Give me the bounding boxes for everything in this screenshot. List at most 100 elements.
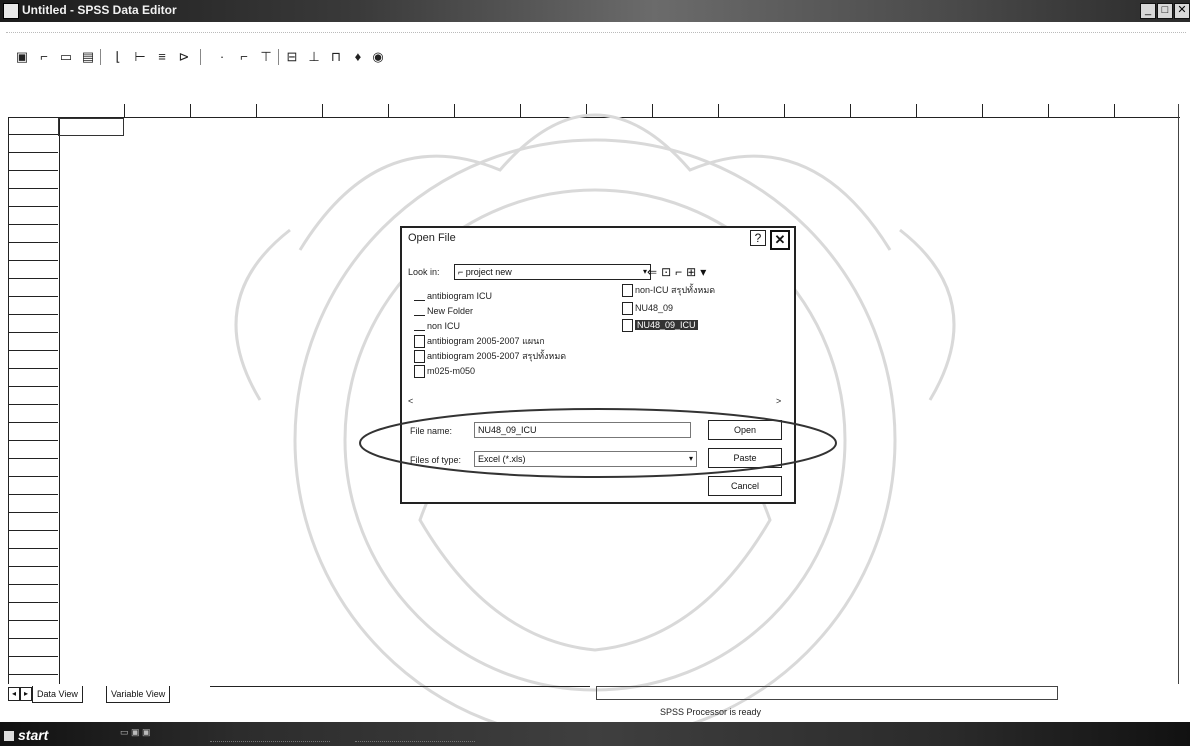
column-header[interactable] bbox=[388, 104, 455, 118]
up-folder-icon[interactable]: ⊡ bbox=[661, 265, 675, 279]
row-divider bbox=[8, 530, 58, 531]
tab-variable-view[interactable]: Variable View bbox=[106, 686, 171, 703]
list-item[interactable]: New Folder bbox=[414, 305, 473, 317]
find-icon[interactable]: · bbox=[214, 49, 230, 65]
tab-data-view[interactable]: Data View bbox=[32, 686, 83, 703]
column-header[interactable] bbox=[652, 104, 719, 118]
variables-icon[interactable]: ⊳ bbox=[176, 49, 192, 65]
new-folder-icon[interactable]: ⌐ bbox=[675, 265, 686, 279]
row-divider bbox=[8, 368, 58, 369]
list-item[interactable]: non-ICU สรุปทั้งหมด bbox=[622, 284, 715, 298]
column-header[interactable] bbox=[58, 104, 125, 118]
tab-scroll-right-icon[interactable]: ▸ bbox=[20, 687, 32, 701]
row-divider bbox=[8, 260, 58, 261]
list-item[interactable]: NU48_09 bbox=[622, 302, 673, 316]
column-header[interactable] bbox=[1048, 104, 1115, 118]
row-divider bbox=[8, 440, 58, 441]
print-icon[interactable]: ▭ bbox=[58, 49, 74, 65]
open-icon[interactable]: ▣ bbox=[14, 49, 30, 65]
column-header[interactable] bbox=[718, 104, 785, 118]
column-header[interactable] bbox=[124, 104, 191, 118]
goto-case-icon[interactable]: ≡ bbox=[154, 49, 170, 65]
row-divider bbox=[8, 548, 58, 549]
row-divider bbox=[8, 404, 58, 405]
row-headers[interactable] bbox=[8, 118, 60, 684]
column-header[interactable] bbox=[850, 104, 917, 118]
column-header[interactable] bbox=[322, 104, 389, 118]
list-item[interactable]: antibiogram 2005-2007 แผนก bbox=[414, 335, 545, 349]
dialog-title-bar: Open File ? ✕ bbox=[402, 228, 794, 250]
column-header[interactable] bbox=[982, 104, 1049, 118]
dialog-recall-icon[interactable]: ▤ bbox=[80, 49, 96, 65]
insert-variable-icon[interactable]: ⊤ bbox=[258, 49, 274, 65]
toolbar-separator bbox=[200, 49, 201, 65]
toolbar-separator bbox=[278, 49, 279, 65]
help-button[interactable]: ? bbox=[750, 230, 766, 246]
minimize-button[interactable]: _ bbox=[1140, 3, 1156, 19]
list-item[interactable]: non ICU bbox=[414, 320, 460, 332]
row-divider bbox=[8, 422, 58, 423]
column-header[interactable] bbox=[1114, 104, 1179, 118]
menu-bar-line bbox=[6, 32, 1186, 34]
weight-cases-icon[interactable]: ⊥ bbox=[306, 49, 322, 65]
column-header[interactable] bbox=[520, 104, 587, 118]
list-item[interactable]: m025-m050 bbox=[414, 365, 475, 379]
file-icon bbox=[414, 335, 425, 349]
column-header[interactable] bbox=[454, 104, 521, 118]
value-labels-icon[interactable]: ♦ bbox=[350, 49, 366, 65]
highlight-ellipse bbox=[359, 408, 837, 478]
row-divider bbox=[8, 674, 58, 675]
undo-icon[interactable]: ⌊ bbox=[110, 49, 126, 65]
row-divider bbox=[8, 314, 58, 315]
look-in-dropdown[interactable]: ⌐ project new ▾ bbox=[454, 264, 651, 280]
row-divider bbox=[8, 242, 58, 243]
view-menu-icon[interactable]: ⊞▾ bbox=[686, 265, 710, 279]
row-divider bbox=[8, 152, 58, 153]
row-divider bbox=[8, 458, 58, 459]
file-icon bbox=[622, 302, 633, 316]
use-sets-icon[interactable]: ◉ bbox=[370, 49, 386, 65]
row-divider bbox=[8, 638, 58, 639]
row-divider bbox=[8, 656, 58, 657]
quick-launch-icons[interactable]: ▭ ▣ ▣ bbox=[120, 727, 151, 741]
save-icon[interactable]: ⌐ bbox=[36, 49, 52, 65]
close-button[interactable]: ✕ bbox=[1174, 3, 1190, 19]
vertical-scrollbar[interactable] bbox=[1178, 104, 1189, 684]
column-header[interactable] bbox=[586, 104, 653, 118]
goto-chart-icon[interactable]: ⊢ bbox=[132, 49, 148, 65]
row-divider bbox=[8, 494, 58, 495]
row-divider bbox=[8, 134, 58, 135]
file-icon bbox=[622, 284, 633, 298]
column-header[interactable] bbox=[190, 104, 257, 118]
column-header[interactable] bbox=[784, 104, 851, 118]
tab-scroll-left-icon[interactable]: ◂ bbox=[8, 687, 20, 701]
active-cell[interactable] bbox=[58, 118, 124, 136]
app-icon bbox=[3, 3, 19, 19]
maximize-button[interactable]: □ bbox=[1157, 3, 1173, 19]
taskbar-window-button[interactable] bbox=[355, 727, 475, 742]
horizontal-scrollbar[interactable] bbox=[596, 686, 1058, 700]
insert-cases-icon[interactable]: ⌐ bbox=[236, 49, 252, 65]
select-cases-icon[interactable]: ⊓ bbox=[328, 49, 344, 65]
taskbar-window-button[interactable] bbox=[210, 727, 330, 742]
back-icon[interactable]: ⇐ bbox=[647, 265, 661, 279]
start-button[interactable]: start bbox=[4, 726, 64, 744]
row-divider bbox=[8, 584, 58, 585]
list-item[interactable]: antibiogram 2005-2007 สรุปทั้งหมด bbox=[414, 350, 566, 364]
list-item-selected[interactable]: NU48_09_ICU bbox=[622, 319, 698, 333]
row-divider bbox=[8, 566, 58, 567]
row-divider bbox=[8, 224, 58, 225]
split-file-icon[interactable]: ⊟ bbox=[284, 49, 300, 65]
list-item[interactable]: antibiogram ICU bbox=[414, 290, 492, 302]
header-divider bbox=[8, 117, 1180, 118]
file-icon bbox=[622, 319, 633, 333]
column-header[interactable] bbox=[256, 104, 323, 118]
dialog-close-button[interactable]: ✕ bbox=[770, 230, 790, 250]
row-divider bbox=[8, 206, 58, 207]
sheet-tabs: ◂ ▸ Data View Variable View bbox=[0, 686, 1190, 704]
look-in-value: project new bbox=[465, 267, 512, 277]
menu-bar[interactable] bbox=[0, 24, 1190, 42]
row-divider bbox=[8, 278, 58, 279]
row-divider bbox=[8, 350, 58, 351]
column-header[interactable] bbox=[916, 104, 983, 118]
